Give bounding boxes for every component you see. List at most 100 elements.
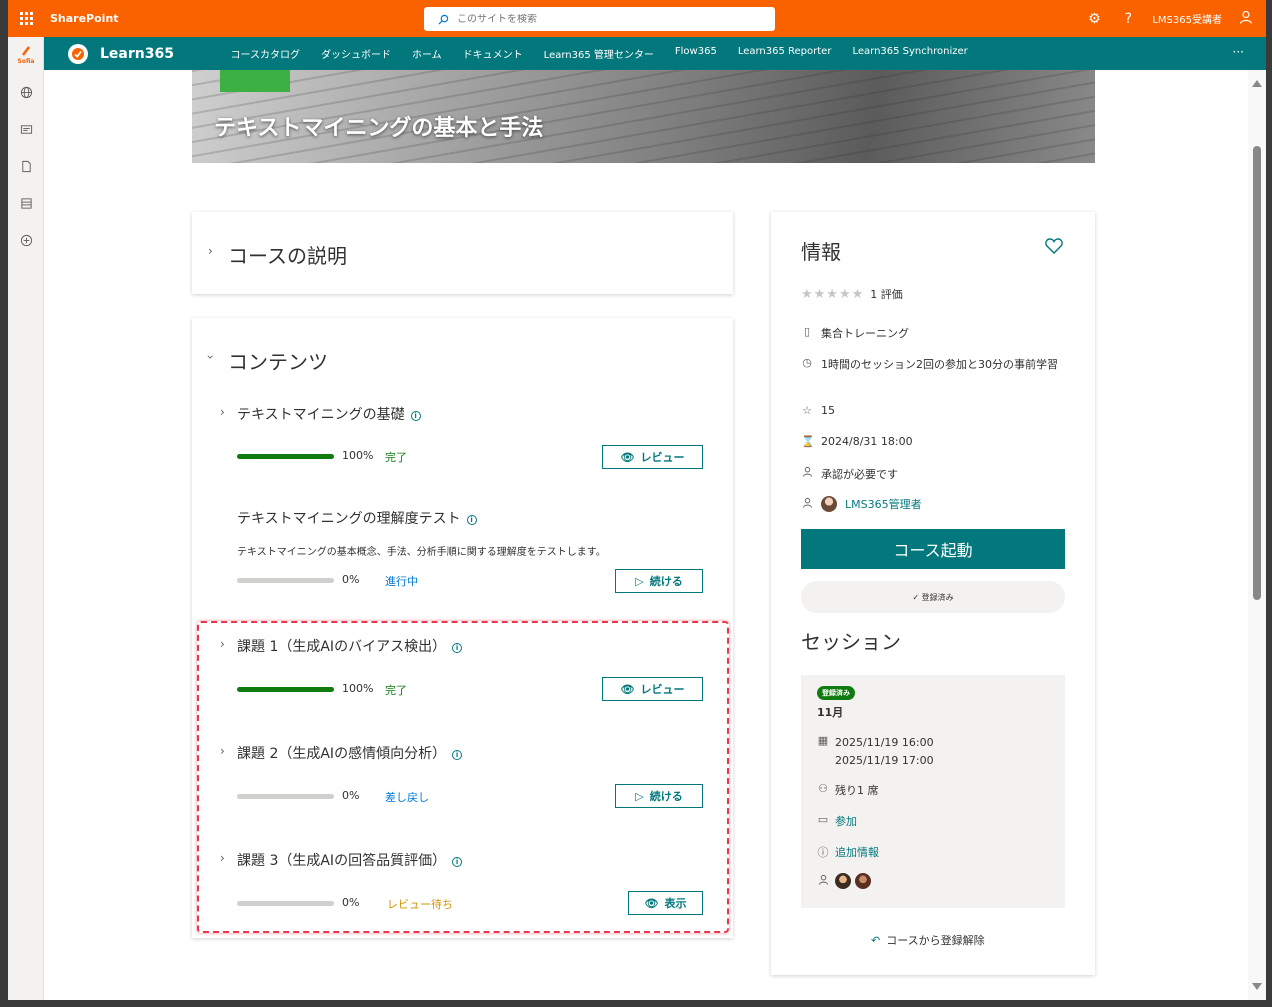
registered-button[interactable]: ✓ 登録済み	[801, 581, 1065, 613]
session-info-row: ⓘ 追加情報	[817, 844, 880, 860]
progress-percent: 0%	[342, 573, 360, 586]
page-scrollbar[interactable]	[1248, 70, 1266, 1000]
progress-bar	[237, 454, 334, 459]
user-name[interactable]: LMS365受講者	[1152, 11, 1222, 26]
hero-badge-graphic	[220, 70, 290, 92]
nav-reporter[interactable]: Learn365 Reporter	[727, 46, 842, 61]
rail-news-button[interactable]	[8, 111, 44, 148]
info-icon[interactable]: i	[410, 411, 421, 421]
course-title: テキストマイニングの基本と手法	[214, 116, 544, 141]
attendee-avatar[interactable]	[855, 873, 871, 889]
video-icon: ▭	[817, 813, 829, 826]
star-outline-icon: ☆	[802, 404, 812, 417]
user-profile-icon[interactable]	[1236, 10, 1256, 28]
rating-stars-icon[interactable]: ★★★★★	[801, 287, 864, 302]
session-month: 11月	[817, 706, 844, 719]
app-bar: Learn365 コースカタログ ダッシュボード ホーム ドキュメント Lear…	[44, 37, 1266, 70]
list-icon	[20, 198, 32, 209]
learn365-logo-icon[interactable]	[68, 43, 88, 64]
help-icon[interactable]: ?	[1118, 11, 1138, 27]
nav-flow365[interactable]: Flow365	[664, 46, 727, 61]
rating-count: 1 評価	[870, 288, 903, 301]
join-link[interactable]: 参加	[835, 813, 857, 829]
nav-admin-center[interactable]: Learn365 管理センター	[533, 46, 664, 61]
suite-bar: SharePoint ⚙ ? LMS365受講者	[8, 0, 1266, 37]
settings-gear-icon[interactable]: ⚙	[1084, 11, 1104, 27]
person-icon	[817, 874, 829, 888]
nav-documents[interactable]: ドキュメント	[452, 46, 533, 61]
favorite-heart-icon[interactable]	[1045, 238, 1063, 258]
approval-row: 承認が必要です	[801, 466, 898, 482]
sharepoint-brand-link[interactable]: SharePoint	[50, 12, 119, 25]
nav-dashboard[interactable]: ダッシュボード	[310, 46, 401, 61]
course-description-title: コースの説明	[228, 244, 347, 268]
points-row: ☆ 15	[801, 404, 835, 417]
course-description-card[interactable]: › コースの説明	[192, 212, 733, 294]
content-item-title[interactable]: テキストマイニングの理解度テスト i	[237, 508, 477, 528]
admin-row: LMS365管理者	[801, 496, 922, 512]
nav-synchronizer[interactable]: Learn365 Synchronizer	[842, 46, 978, 61]
play-icon: ▷	[635, 574, 644, 588]
attendee-avatar[interactable]	[835, 873, 851, 889]
session-time-row: ▦ 2025/11/19 16:00 2025/11/19 17:00	[817, 734, 934, 770]
rail-document-button[interactable]	[8, 148, 44, 185]
suite-actions: ⚙ ? LMS365受講者	[1084, 0, 1256, 37]
session-start: 2025/11/19 16:00	[835, 736, 934, 749]
scrollbar-thumb[interactable]	[1253, 146, 1261, 600]
session-seats: 残り1 席	[835, 784, 879, 797]
session-card: 登録済み 11月 ▦ 2025/11/19 16:00 2025/11/19 17…	[801, 675, 1065, 908]
info-icon[interactable]: i	[466, 515, 477, 525]
eye-icon: 👁	[620, 450, 635, 464]
browser-frame: SharePoint ⚙ ? LMS365受講者 Sofia	[8, 0, 1266, 1000]
course-duration: 1時間のセッション2回の参加と30分の事前学習	[821, 358, 1058, 371]
search-icon	[438, 14, 449, 25]
content-item-description: テキストマイニングの基本概念、手法、分析手順に関する理解度をテストします。	[237, 547, 606, 558]
rail-list-button[interactable]	[8, 185, 44, 222]
sofia-logo-button[interactable]: Sofia	[8, 37, 44, 74]
session-title: セッション	[801, 630, 901, 654]
undo-icon: ↶	[871, 933, 881, 947]
chevron-right-icon: ›	[208, 244, 213, 258]
continue-button[interactable]: ▷ 続ける	[615, 569, 703, 593]
content-item: テキストマイニングの理解度テスト i テキストマイニングの基本概念、手法、分析手順…	[192, 506, 733, 596]
course-type: 集合トレーニング	[821, 327, 909, 340]
progress-bar	[237, 578, 334, 583]
more-info-link[interactable]: 追加情報	[835, 844, 879, 860]
chevron-right-icon[interactable]: ›	[220, 405, 225, 419]
unregister-link[interactable]: ↶ コースから登録解除	[871, 932, 985, 948]
person-icon	[801, 497, 813, 511]
clock-icon: ◷	[802, 356, 812, 369]
admin-avatar[interactable]	[821, 496, 837, 512]
globe-icon	[20, 86, 32, 99]
admin-link[interactable]: LMS365管理者	[845, 496, 922, 512]
nav-home[interactable]: ホーム	[401, 46, 452, 61]
scroll-down-arrow-icon[interactable]	[1252, 983, 1262, 990]
app-launcher-button[interactable]	[8, 0, 44, 37]
launch-course-button[interactable]: コース起動	[801, 529, 1065, 569]
session-attendees-row	[817, 873, 871, 889]
search-input[interactable]	[457, 13, 747, 25]
course-hero-banner: テキストマイニングの基本と手法	[192, 70, 1095, 163]
scroll-up-arrow-icon[interactable]	[1252, 80, 1262, 87]
site-search[interactable]	[424, 7, 775, 31]
rail-add-button[interactable]	[8, 222, 44, 259]
info-icon: ⓘ	[817, 846, 829, 859]
course-deadline: 2024/8/31 18:00	[821, 435, 913, 448]
rail-globe-button[interactable]	[8, 74, 44, 111]
info-title: 情報	[801, 240, 841, 264]
nav-more-button[interactable]: ···	[1233, 45, 1244, 59]
course-points: 15	[821, 404, 835, 417]
seats-icon: ⚇	[818, 782, 828, 795]
content-item-title[interactable]: テキストマイニングの基礎 i	[237, 404, 421, 424]
checkmark-icon: ✓	[912, 592, 922, 602]
status-label: 完了	[385, 451, 407, 464]
review-button[interactable]: 👁 レビュー	[602, 445, 703, 469]
top-navigation: コースカタログ ダッシュボード ホーム ドキュメント Learn365 管理セン…	[220, 46, 978, 61]
approval-text: 承認が必要です	[821, 468, 898, 481]
app-title[interactable]: Learn365	[100, 46, 174, 62]
contents-title: コンテンツ	[228, 350, 328, 374]
nav-course-catalog[interactable]: コースカタログ	[220, 46, 311, 61]
progress-percent: 100%	[342, 449, 374, 462]
chevron-down-icon[interactable]: ›	[203, 355, 217, 360]
duration-row: ◷ 1時間のセッション2回の参加と30分の事前学習	[801, 356, 1071, 373]
